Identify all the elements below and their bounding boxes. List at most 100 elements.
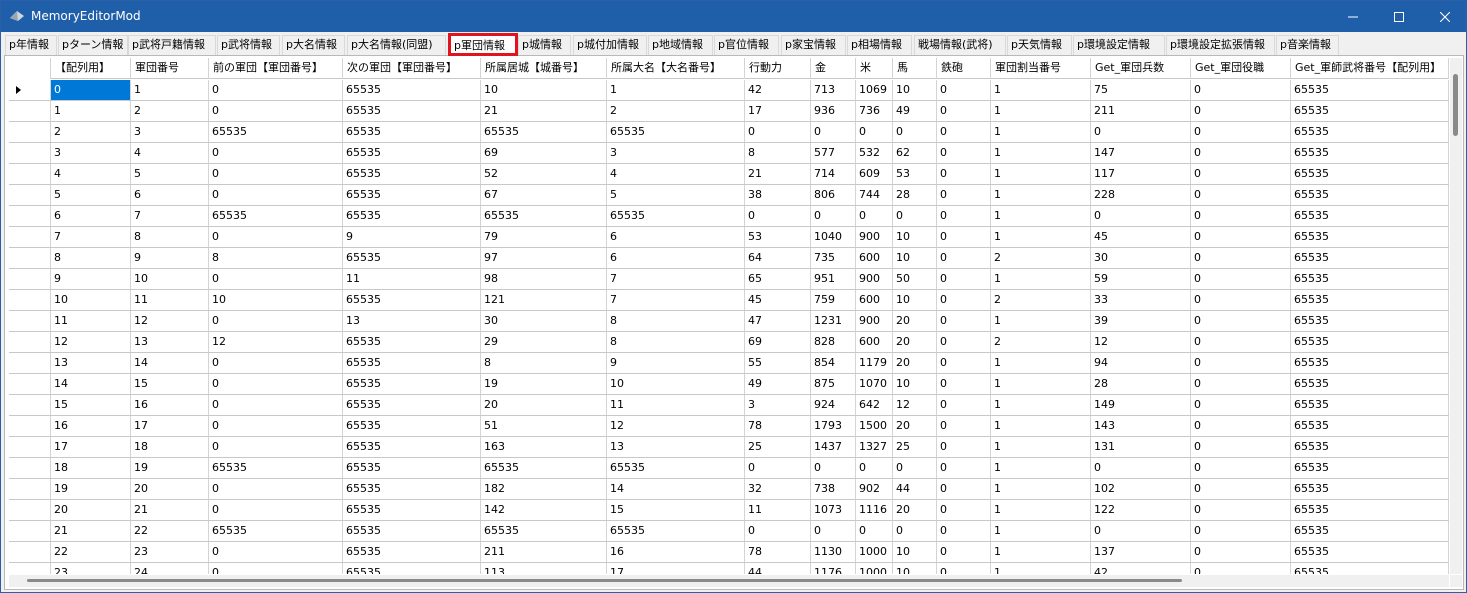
table-cell[interactable]: 0 [937,563,991,574]
table-cell[interactable]: 65535 [1291,374,1449,394]
table-cell[interactable]: 0 [856,122,893,142]
table-cell[interactable]: 13 [131,332,209,352]
table-cell[interactable]: 0 [937,500,991,520]
column-header[interactable]: 前の軍団【軍団番号】 [209,58,343,79]
tab-16[interactable]: p環境設定拡張情報 [1166,35,1275,55]
table-row[interactable]: 10 11 10 65535 121 7 45 759 600 10 0 2 33 0 65535 [9,290,1449,311]
tab-13[interactable]: 戦場情報(武将) [914,35,1006,55]
table-cell[interactable]: 8 [607,332,745,352]
table-cell[interactable]: 0 [1191,185,1291,205]
table-cell[interactable]: 67 [481,185,607,205]
table-cell[interactable]: 2 [991,332,1091,352]
table-cell[interactable]: 45 [745,290,811,310]
table-cell[interactable]: 5 [51,185,131,205]
row-selector[interactable] [9,122,51,142]
table-cell[interactable]: 10 [893,227,937,247]
table-cell[interactable]: 936 [811,101,856,121]
table-cell[interactable]: 28 [1091,374,1191,394]
table-cell[interactable]: 0 [745,206,811,226]
table-cell[interactable]: 951 [811,269,856,289]
table-cell[interactable]: 20 [51,500,131,520]
table-cell[interactable]: 1 [991,311,1091,331]
table-row[interactable]: 5 6 0 65535 67 5 38 806 744 28 0 1 228 0 65535 [9,185,1449,206]
tab-14[interactable]: p天気情報 [1007,35,1072,55]
table-cell[interactable]: 65535 [1291,80,1449,100]
table-cell[interactable]: 8 [209,248,343,268]
table-cell[interactable]: 65535 [607,521,745,541]
table-cell[interactable]: 1 [991,269,1091,289]
table-cell[interactable]: 16 [607,542,745,562]
table-cell[interactable]: 2 [51,122,131,142]
table-cell[interactable]: 65535 [343,542,481,562]
table-cell[interactable]: 131 [1091,437,1191,457]
table-cell[interactable]: 10 [893,290,937,310]
table-cell[interactable]: 137 [1091,542,1191,562]
table-cell[interactable]: 65535 [1291,269,1449,289]
table-cell[interactable]: 902 [856,479,893,499]
table-cell[interactable]: 1 [607,80,745,100]
table-cell[interactable]: 10 [607,374,745,394]
table-cell[interactable]: 113 [481,563,607,574]
table-cell[interactable]: 0 [856,521,893,541]
table-cell[interactable]: 13 [51,353,131,373]
minimize-button[interactable] [1330,1,1376,32]
table-cell[interactable]: 9 [343,227,481,247]
table-cell[interactable]: 52 [481,164,607,184]
table-cell[interactable]: 9 [51,269,131,289]
table-cell[interactable]: 65535 [481,458,607,478]
tab-1[interactable]: pターン情報 [58,35,128,55]
table-row[interactable]: 23 24 0 65535 113 17 44 1176 1000 10 0 1 42 0 65535 [9,563,1449,574]
table-cell[interactable]: 228 [1091,185,1191,205]
table-cell[interactable]: 11 [745,500,811,520]
table-row[interactable]: 4 5 0 65535 52 4 21 714 609 53 0 1 117 0 65535 [9,164,1449,185]
data-grid[interactable]: 【配列用】 軍団番号 前の軍団【軍団番号】 次の軍団【軍団番号】 所属居城【城番号】 所属… [9,58,1449,574]
table-cell[interactable]: 98 [481,269,607,289]
table-cell[interactable]: 163 [481,437,607,457]
table-cell[interactable]: 20 [893,416,937,436]
table-cell[interactable]: 65535 [607,206,745,226]
table-cell[interactable]: 65535 [343,185,481,205]
table-cell[interactable]: 65535 [343,164,481,184]
column-header[interactable]: 金 [811,58,856,79]
table-cell[interactable]: 14 [51,374,131,394]
table-row[interactable]: 18 19 65535 65535 65535 65535 0 0 0 0 0 1 0 0 65535 [9,458,1449,479]
table-cell[interactable]: 65535 [1291,227,1449,247]
table-cell[interactable]: 0 [937,353,991,373]
table-cell[interactable]: 19 [51,479,131,499]
table-cell[interactable]: 97 [481,248,607,268]
table-cell[interactable]: 713 [811,80,856,100]
vertical-scroll-thumb[interactable] [1453,74,1458,136]
column-header[interactable]: 馬 [893,58,937,79]
table-cell[interactable]: 65535 [343,500,481,520]
table-cell[interactable]: 53 [893,164,937,184]
row-selector[interactable] [9,227,51,247]
vertical-scrollbar[interactable] [1450,58,1462,574]
table-cell[interactable]: 65535 [343,479,481,499]
table-cell[interactable]: 1 [991,227,1091,247]
table-cell[interactable]: 65535 [1291,500,1449,520]
table-cell[interactable]: 0 [209,395,343,415]
table-cell[interactable]: 0 [1091,521,1191,541]
table-cell[interactable]: 65535 [1291,101,1449,121]
table-cell[interactable]: 12 [131,311,209,331]
table-cell[interactable]: 17 [607,563,745,574]
table-cell[interactable]: 65535 [1291,479,1449,499]
table-cell[interactable]: 9 [131,248,209,268]
table-cell[interactable]: 577 [811,143,856,163]
table-cell[interactable]: 0 [1191,353,1291,373]
table-row[interactable]: 22 23 0 65535 211 16 78 1130 1000 10 0 1 137 0 65535 [9,542,1449,563]
tab-11[interactable]: p家宝情報 [781,35,846,55]
table-cell[interactable]: 25 [745,437,811,457]
table-cell[interactable]: 1 [991,101,1091,121]
table-cell[interactable]: 42 [745,80,811,100]
table-cell[interactable]: 0 [811,206,856,226]
column-header[interactable]: 次の軍団【軍団番号】 [343,58,481,79]
table-cell[interactable]: 0 [937,332,991,352]
row-selector[interactable] [9,437,51,457]
table-cell[interactable]: 642 [856,395,893,415]
table-cell[interactable]: 1040 [811,227,856,247]
table-cell[interactable]: 65535 [343,416,481,436]
table-cell[interactable]: 12 [51,332,131,352]
table-cell[interactable]: 12 [209,332,343,352]
table-row[interactable]: 3 4 0 65535 69 3 8 577 532 62 0 1 147 0 65535 [9,143,1449,164]
